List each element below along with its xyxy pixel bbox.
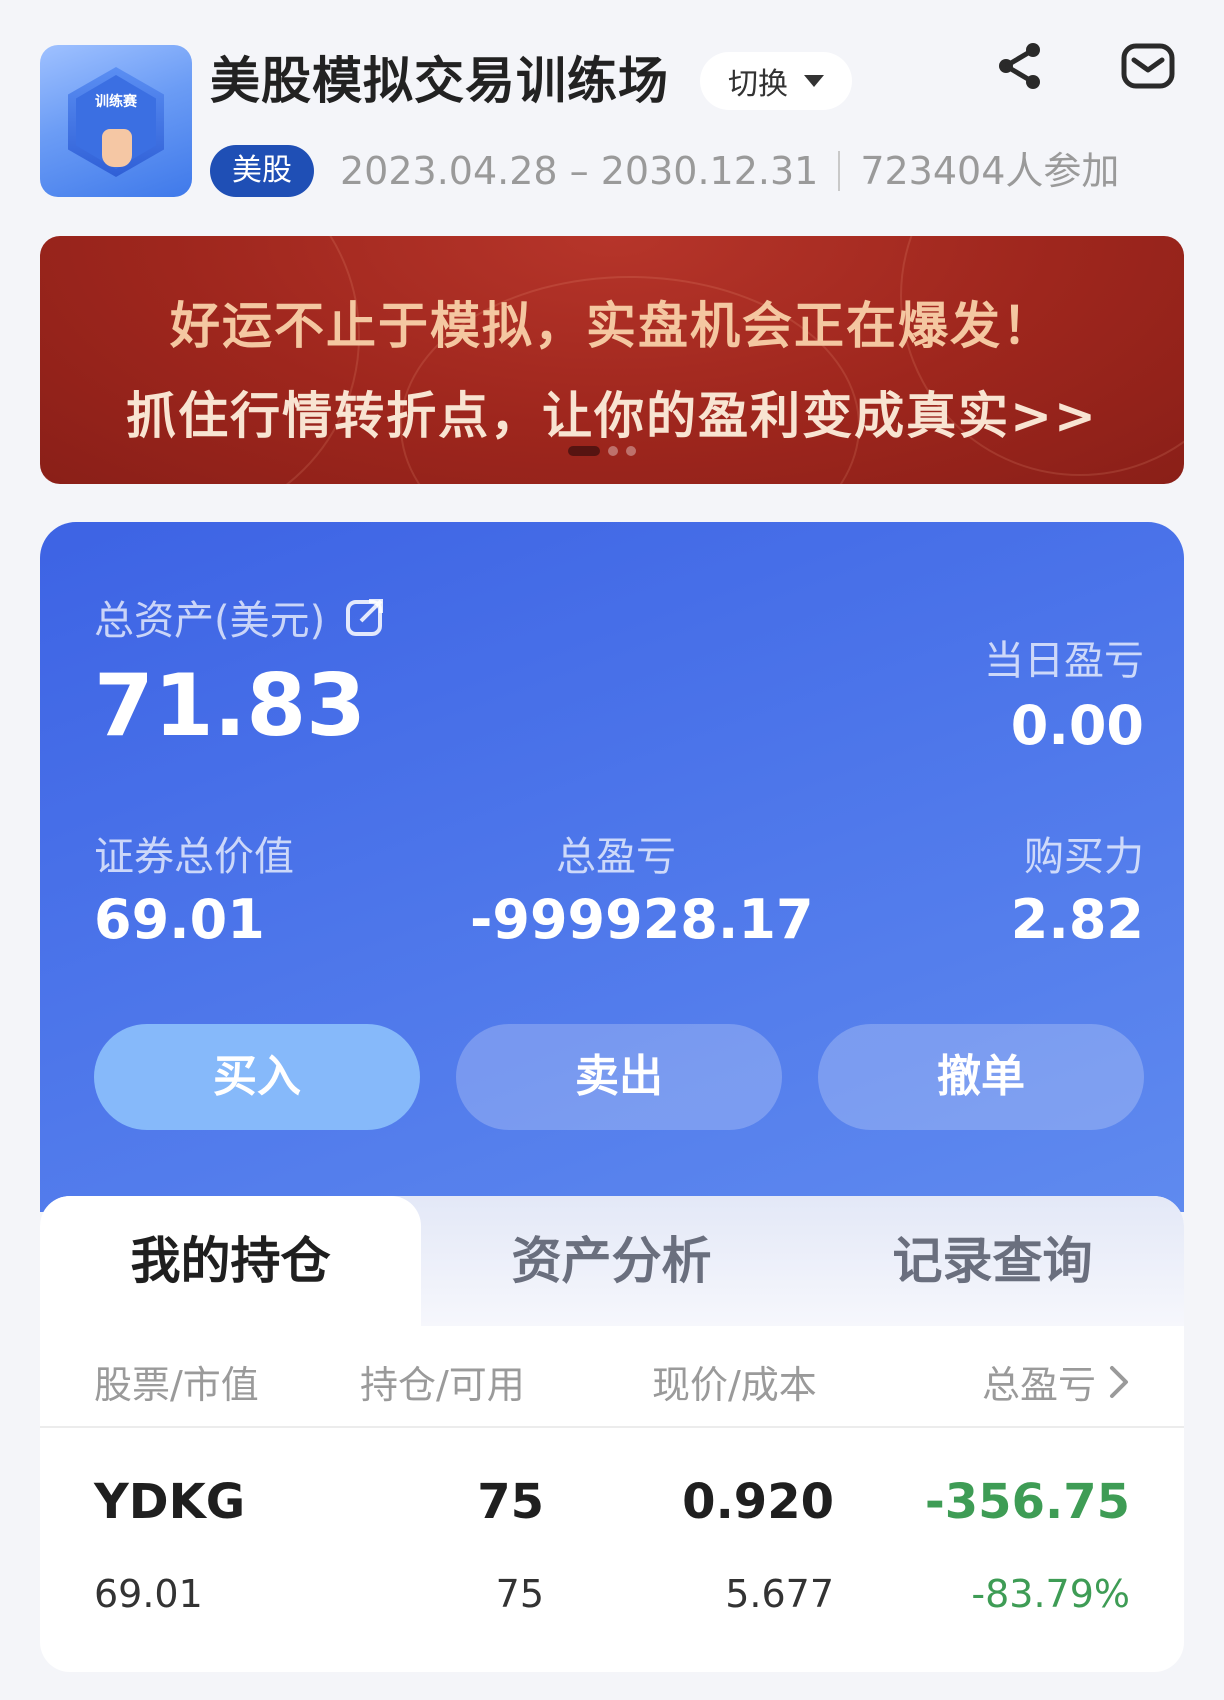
cancel-order-button[interactable]: 撤单 (818, 1024, 1144, 1130)
column-header-price: 现价/成本 (652, 1363, 817, 1407)
buying-power-label: 购买力 (1024, 834, 1144, 880)
total-assets-label: 总资产(美元) (94, 598, 326, 644)
current-price: 0.920 (682, 1474, 834, 1530)
app-logo: 训练赛 (40, 45, 192, 197)
buying-power-value: 2.82 (1010, 888, 1144, 951)
participants-count: 723404人参加 (860, 149, 1120, 193)
column-header-total-pl-label: 总盈亏 (981, 1363, 1096, 1407)
stock-code: YDKG (94, 1474, 246, 1530)
promo-banner[interactable]: 好运不止于模拟，实盘机会正在爆发！ 抓住行情转折点，让你的盈利变成真实>> (40, 236, 1184, 484)
mail-icon (1121, 43, 1175, 89)
tab-record-query[interactable]: 记录查询 (802, 1196, 1183, 1326)
securities-value-label: 证券总价值 (94, 834, 294, 880)
total-assets-label-group: 总资产(美元) (94, 588, 385, 646)
dropdown-triangle-icon (804, 75, 824, 87)
column-header-total-pl[interactable]: 总盈亏 (982, 1354, 1130, 1409)
column-header-position: 持仓/可用 (360, 1363, 525, 1407)
holdings-panel: 我的持仓 资产分析 记录查询 股票/市值 持仓/可用 现价/成本 总盈亏 YDK… (40, 1196, 1184, 1672)
banner-dot (626, 446, 636, 456)
banner-pagination (568, 446, 636, 456)
available-quantity: 75 (495, 1572, 544, 1616)
table-row[interactable]: YDKG 69.01 75 75 0.920 5.677 -356.75 -83… (40, 1428, 1184, 1672)
buy-button[interactable]: 买入 (94, 1024, 420, 1130)
securities-value: 69.01 (94, 888, 265, 951)
column-header-stock: 股票/市值 (94, 1363, 259, 1407)
tab-bar: 我的持仓 资产分析 记录查询 (40, 1196, 1184, 1326)
tab-asset-analysis[interactable]: 资产分析 (421, 1196, 802, 1326)
banner-dot (608, 446, 618, 456)
total-pl-amount: -356.75 (924, 1474, 1130, 1530)
external-link-icon[interactable] (345, 597, 385, 637)
daily-pl-label: 当日盈亏 (984, 638, 1144, 684)
date-range: 2023.04.28 – 2030.12.31 (340, 149, 819, 193)
banner-dot (568, 446, 600, 456)
total-pl-percent: -83.79% (971, 1572, 1130, 1616)
logo-hand (102, 129, 132, 167)
switch-label: 切换 (728, 67, 788, 102)
switch-dropdown[interactable]: 切换 (700, 52, 852, 110)
daily-pl-value: 0.00 (1010, 694, 1144, 757)
contest-meta: 2023.04.28 – 2030.12.31 723404人参加 (340, 145, 1119, 197)
share-button[interactable] (988, 34, 1052, 98)
total-assets-value: 71.83 (94, 656, 367, 756)
table-header: 股票/市值 持仓/可用 现价/成本 总盈亏 (40, 1326, 1184, 1428)
logo-text: 训练赛 (95, 94, 137, 110)
asset-card: 总资产(美元) 71.83 当日盈亏 0.00 证券总价值 69.01 总盈亏 … (40, 522, 1184, 1212)
page: 训练赛 美股模拟交易训练场 切换 美股 2023.04.28 – 2030.12… (0, 0, 1224, 1700)
banner-headline: 好运不止于模拟，实盘机会正在爆发！ (170, 297, 1054, 355)
tab-my-positions[interactable]: 我的持仓 (40, 1196, 421, 1326)
page-title: 美股模拟交易训练场 (210, 52, 669, 110)
position-quantity: 75 (477, 1474, 544, 1530)
mail-button[interactable] (1116, 34, 1180, 98)
meta-divider (838, 151, 841, 191)
chevron-right-icon (1110, 1365, 1128, 1398)
header: 训练赛 美股模拟交易训练场 切换 美股 2023.04.28 – 2030.12… (0, 0, 1224, 215)
total-pl-label: 总盈亏 (556, 834, 676, 880)
sell-button[interactable]: 卖出 (456, 1024, 782, 1130)
banner-subline[interactable]: 抓住行情转折点，让你的盈利变成真实>> (40, 376, 1184, 448)
market-value: 69.01 (94, 1572, 203, 1616)
cost-price: 5.677 (725, 1572, 834, 1616)
total-pl-value: -999928.17 (470, 888, 814, 951)
share-icon (999, 43, 1040, 89)
market-badge: 美股 (210, 145, 314, 197)
